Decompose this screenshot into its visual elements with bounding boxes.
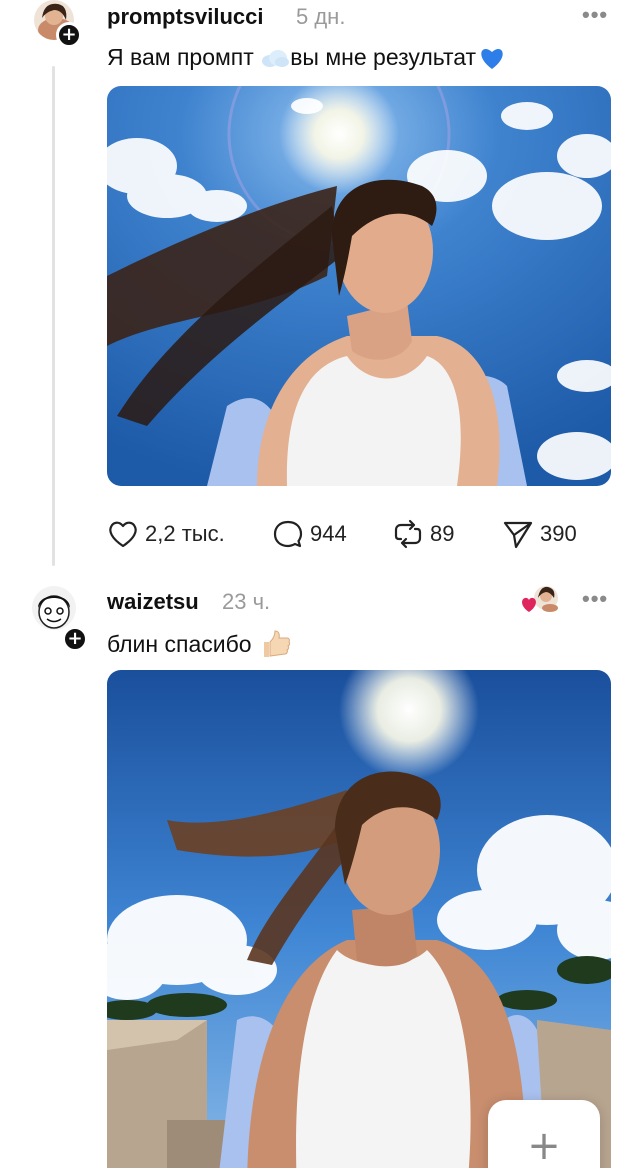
repost-button[interactable]: 89 [392, 516, 454, 552]
repost-icon [394, 519, 422, 549]
post-photo-2[interactable] [107, 670, 611, 1168]
liked-by-author-indicator [520, 584, 560, 616]
plus-icon: + [527, 1123, 561, 1168]
blue-heart-emoji [478, 46, 506, 70]
post-text-content: блин спасибо [107, 630, 252, 657]
avatar-waizetsu[interactable]: + [32, 586, 88, 652]
post-actions-bar: 2,2 тыс. 944 89 390 [107, 516, 587, 552]
post-timestamp: 23 ч. [222, 589, 271, 614]
follow-plus-badge[interactable]: + [56, 22, 82, 48]
follow-plus-badge[interactable]: + [62, 626, 88, 652]
share-button[interactable]: 390 [502, 516, 577, 552]
comment-button[interactable]: 944 [272, 516, 347, 552]
reposts-count: 89 [430, 521, 455, 546]
post-photo-1[interactable] [107, 86, 611, 486]
send-icon [503, 521, 533, 549]
avatar-image [32, 586, 76, 630]
new-post-button[interactable]: + [488, 1100, 600, 1168]
avatar-promptsvilucci[interactable]: + [34, 0, 82, 48]
like-button[interactable]: 2,2 тыс. [107, 516, 225, 552]
thumbs-up-emoji [260, 629, 292, 659]
comments-count: 944 [310, 521, 347, 546]
post-text-part1: Я вам промпт [107, 44, 261, 70]
post-username[interactable]: waizetsu [107, 589, 199, 615]
post-text: блин спасибо [107, 629, 292, 659]
likes-count: 2,2 тыс. [145, 521, 225, 546]
post-timestamp: 5 дн. [296, 4, 346, 29]
post-text: Я вам промпт вы мне результат [107, 44, 506, 71]
shares-count: 390 [540, 521, 577, 546]
more-options-button[interactable]: ••• [582, 586, 608, 612]
thread-connector [52, 66, 55, 566]
post-username[interactable]: promptsvilucci [107, 4, 263, 30]
comment-icon [273, 520, 303, 548]
post-text-part2: вы мне результат [290, 44, 477, 70]
heart-icon [109, 521, 137, 548]
cloud-emoji [260, 47, 290, 69]
more-options-button[interactable]: ••• [582, 2, 608, 28]
